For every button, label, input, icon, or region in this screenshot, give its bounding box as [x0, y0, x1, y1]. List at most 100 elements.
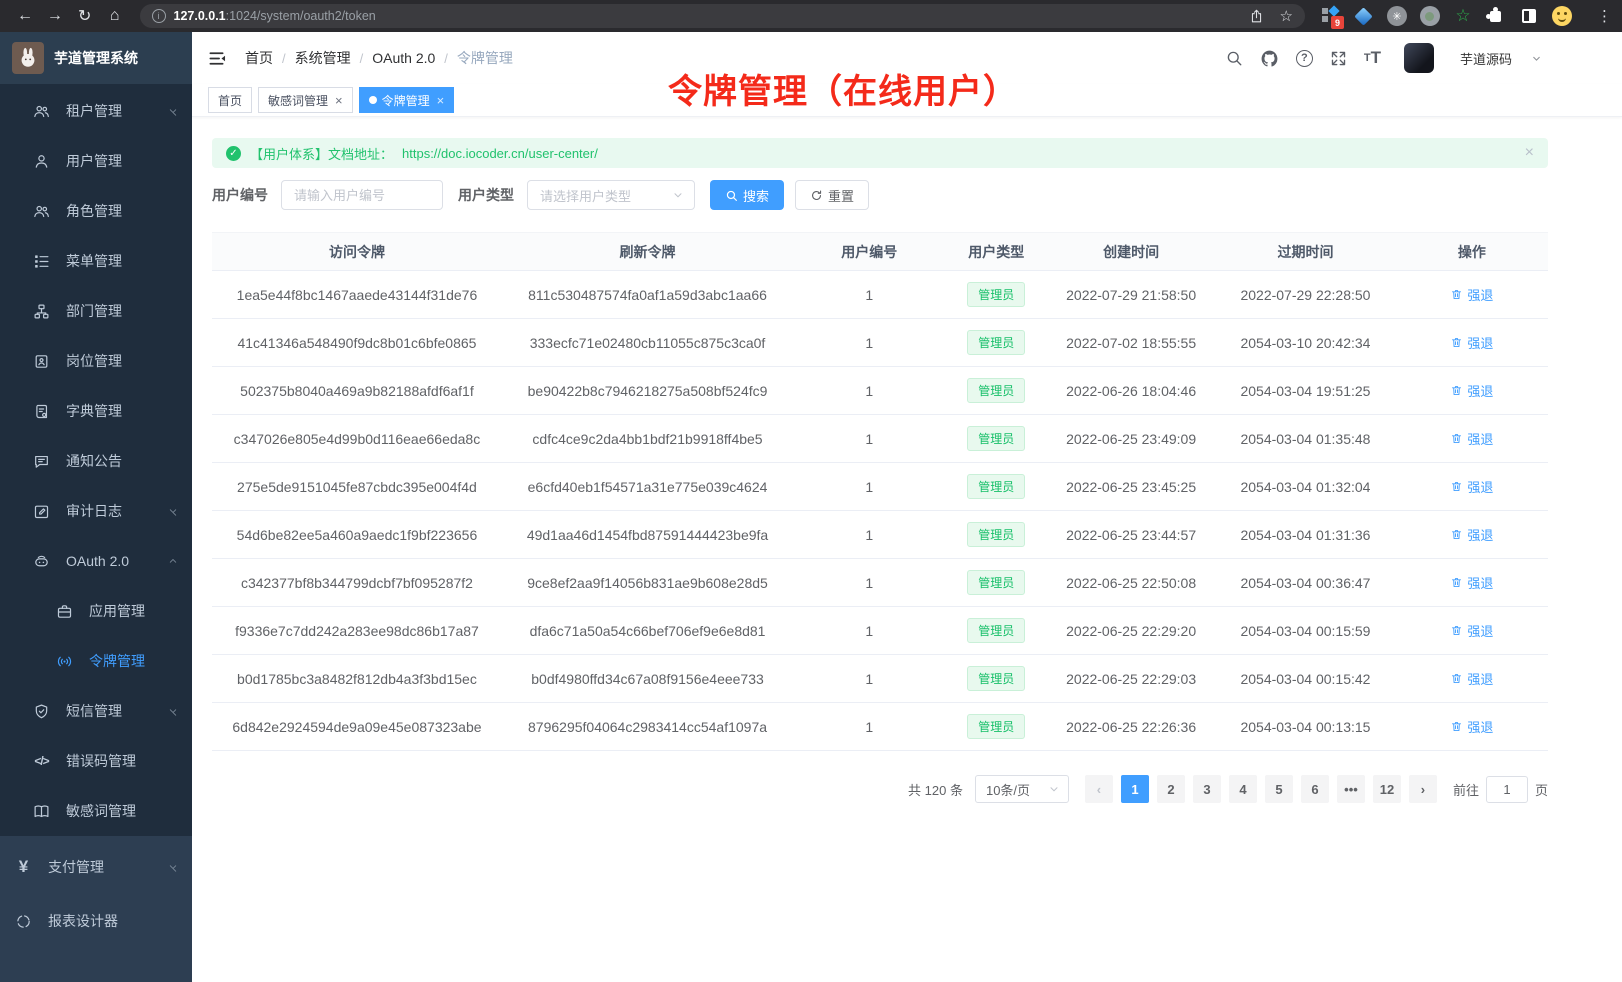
page-button-3[interactable]: 3	[1193, 775, 1221, 803]
reset-button[interactable]: 重置	[795, 180, 869, 210]
sidebar-item-audit-log[interactable]: 审计日志	[0, 486, 192, 536]
user-type-cell: 管理员	[945, 607, 1047, 655]
chevron-down-icon[interactable]	[1531, 53, 1542, 64]
action-cell: 强退	[1396, 511, 1548, 559]
star-extension-icon[interactable]: ☆	[1453, 6, 1473, 26]
force-logout-button[interactable]: 强退	[1450, 477, 1493, 496]
hamburger-icon[interactable]	[208, 49, 227, 68]
force-logout-button[interactable]: 强退	[1450, 381, 1493, 400]
chevron-down-icon	[672, 189, 684, 201]
sidebar-item-sms[interactable]: 短信管理	[0, 686, 192, 736]
sidebar-item-user[interactable]: 用户管理	[0, 136, 192, 186]
tab-sensitive[interactable]: 敏感词管理 ×	[258, 87, 353, 113]
user-type-select[interactable]: 请选择用户类型	[527, 180, 695, 210]
close-icon[interactable]: ×	[335, 94, 343, 107]
page-button-12[interactable]: 12	[1373, 775, 1401, 803]
bookmark-star-icon[interactable]: ☆	[1280, 7, 1293, 25]
user-type-cell: 管理员	[945, 415, 1047, 463]
prev-page-button[interactable]: ‹	[1085, 775, 1113, 803]
page-button-5[interactable]: 5	[1265, 775, 1293, 803]
puzzle-extension-icon[interactable]	[1486, 6, 1506, 26]
home-icon[interactable]: ⌂	[100, 3, 130, 29]
close-icon[interactable]: ×	[1525, 145, 1534, 161]
page-button-1[interactable]: 1	[1121, 775, 1149, 803]
force-logout-button[interactable]: 强退	[1450, 573, 1493, 592]
user-type-badge: 管理员	[967, 474, 1025, 499]
command-extension-icon[interactable]: ✳	[1387, 6, 1407, 26]
address-bar[interactable]: i 127.0.0.1:1024/system/oauth2/token ☆	[140, 4, 1305, 28]
sidebar-item-dict[interactable]: 字典管理	[0, 386, 192, 436]
page-size-select[interactable]: 10条/页	[975, 775, 1069, 803]
reader-extension-icon[interactable]	[1519, 6, 1539, 26]
sidebar-item-tenant[interactable]: 租户管理	[0, 86, 192, 136]
sidebar-item-pay[interactable]: ¥支付管理	[0, 840, 192, 894]
back-icon[interactable]: ←	[10, 3, 40, 29]
created-time-cell: 2022-06-25 23:49:09	[1047, 415, 1215, 463]
username[interactable]: 芋道源码	[1460, 49, 1512, 68]
goto-page-input[interactable]	[1486, 776, 1528, 803]
sidebar-item-sensitive[interactable]: 敏感词管理	[0, 786, 192, 836]
next-page-button[interactable]: ›	[1409, 775, 1437, 803]
force-logout-button[interactable]: 强退	[1450, 669, 1493, 688]
sidebar-bottom-menu: ¥支付管理报表设计器	[0, 836, 192, 982]
search-button[interactable]: 搜索	[710, 180, 784, 210]
tab-label: 敏感词管理	[268, 92, 328, 109]
close-icon[interactable]: ×	[437, 94, 445, 107]
fullscreen-icon[interactable]	[1330, 50, 1347, 67]
access-token-cell: 41c41346a548490f9dc8b01c6bfe0865	[212, 319, 502, 367]
page-button-6[interactable]: 6	[1301, 775, 1329, 803]
force-logout-button[interactable]: 强退	[1450, 429, 1493, 448]
user-avatar[interactable]	[1404, 43, 1434, 73]
help-icon[interactable]: ?	[1296, 50, 1313, 67]
page-button-2[interactable]: 2	[1157, 775, 1185, 803]
share-icon[interactable]	[1249, 9, 1264, 24]
tab-token[interactable]: 令牌管理×	[359, 87, 455, 113]
sidebar-item-report[interactable]: 报表设计器	[0, 894, 192, 948]
reload-icon[interactable]: ↻	[70, 3, 100, 29]
sidebar-item-label: 应用管理	[89, 601, 145, 621]
extension-count-badge: 9	[1331, 16, 1344, 29]
breadcrumb-item[interactable]: 系统管理	[295, 48, 351, 68]
created-time-cell: 2022-06-25 22:50:08	[1047, 559, 1215, 607]
delete-icon	[1450, 384, 1463, 397]
forward-icon[interactable]: →	[40, 3, 70, 29]
app-logo[interactable]: 芋道管理系统	[0, 32, 192, 84]
breadcrumb-item[interactable]: 首页	[245, 48, 273, 68]
user-id-cell: 1	[793, 415, 945, 463]
record-extension-icon[interactable]	[1420, 6, 1440, 26]
sidebar-item-oauth2[interactable]: OAuth 2.0	[0, 536, 192, 586]
sidebar-item-errcode[interactable]: </>错误码管理	[0, 736, 192, 786]
sidebar-item-oauth2-token[interactable]: 令牌管理	[0, 636, 192, 686]
tab-home[interactable]: 首页	[208, 87, 252, 113]
force-logout-button[interactable]: 强退	[1450, 285, 1493, 304]
refresh-token-cell: 811c530487574fa0af1a59d3abc1aa66	[502, 271, 793, 319]
page-button-4[interactable]: 4	[1229, 775, 1257, 803]
more-pages-button[interactable]: •••	[1337, 775, 1365, 803]
access-token-cell: b0d1785bc3a8482f812db4a3f3bd15ec	[212, 655, 502, 703]
expire-time-cell: 2054-03-04 19:51:25	[1215, 367, 1395, 415]
sidebar-item-role[interactable]: 角色管理	[0, 186, 192, 236]
breadcrumb-item[interactable]: OAuth 2.0	[372, 50, 435, 66]
sidebar-item-menu[interactable]: 菜单管理	[0, 236, 192, 286]
sms-icon	[32, 702, 51, 721]
github-icon[interactable]	[1260, 49, 1279, 68]
force-logout-button[interactable]: 强退	[1450, 621, 1493, 640]
created-time-cell: 2022-06-25 22:29:03	[1047, 655, 1215, 703]
search-icon[interactable]	[1225, 49, 1243, 67]
sidebar-item-oauth2-app[interactable]: 应用管理	[0, 586, 192, 636]
extension-badge-icon[interactable]: 9	[1321, 6, 1341, 26]
user-id-cell: 1	[793, 559, 945, 607]
sidebar-item-post[interactable]: 岗位管理	[0, 336, 192, 386]
sidebar-item-notice[interactable]: 通知公告	[0, 436, 192, 486]
sidebar-item-dept[interactable]: 部门管理	[0, 286, 192, 336]
browser-menu-icon[interactable]: ⋮	[1597, 7, 1612, 25]
page-info-icon[interactable]: i	[152, 9, 166, 23]
font-size-icon[interactable]: TT	[1364, 48, 1381, 68]
doc-link[interactable]: https://doc.iocoder.cn/user-center/	[402, 146, 598, 161]
force-logout-button[interactable]: 强退	[1450, 333, 1493, 352]
user-id-input[interactable]	[281, 180, 443, 210]
gem-extension-icon[interactable]	[1354, 6, 1374, 26]
force-logout-button[interactable]: 强退	[1450, 525, 1493, 544]
smiley-extension-icon[interactable]	[1552, 6, 1572, 26]
force-logout-button[interactable]: 强退	[1450, 717, 1493, 736]
